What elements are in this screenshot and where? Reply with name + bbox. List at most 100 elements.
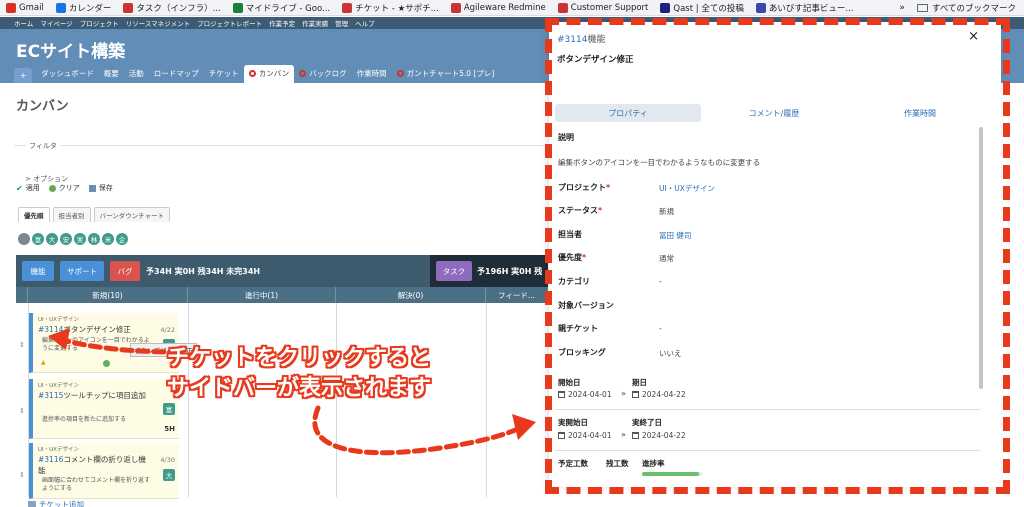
- tracker-summary: 予34H 実0H 残34H 未完34H: [146, 267, 261, 276]
- annotation-line-2: サイドバーが表示されます: [167, 376, 432, 401]
- save-icon: [88, 184, 96, 192]
- card-project: UI・UXデザイン: [38, 447, 79, 453]
- new-item-button[interactable]: +: [14, 68, 33, 83]
- project-title: ECサイト構築: [16, 42, 126, 62]
- card-title[interactable]: #3115ツールチップに項目追加: [38, 390, 146, 401]
- card-description: 画面幅に合わせてコメント欄を折り返すようにする: [42, 477, 151, 492]
- save-button[interactable]: 保存: [88, 183, 113, 193]
- redmine-plugin-icon: [396, 70, 404, 77]
- avatar[interactable]: 林: [88, 233, 100, 245]
- avatar[interactable]: [18, 233, 30, 245]
- avatar[interactable]: 実: [74, 233, 86, 245]
- main-tab[interactable]: 作業時間: [352, 65, 392, 83]
- bookmark-label: カレンダー: [68, 3, 112, 14]
- main-tab[interactable]: ロードマップ: [149, 65, 204, 83]
- bookmark-item[interactable]: あいびす記事ビュー...: [750, 0, 860, 15]
- avatar[interactable]: 富: [32, 233, 44, 245]
- save-label: 保存: [98, 184, 113, 192]
- board-header-spacer: [16, 287, 28, 303]
- redmine-plugin-icon: [299, 70, 307, 77]
- all-bookmarks-folder[interactable]: すべてのブックマーク: [911, 2, 1024, 14]
- tracker-bar: 機能 サポート バグ 予34H 実0H 残34H 未完34H タスク 予196H 実0H …: [16, 255, 548, 287]
- top-menu-item[interactable]: リソースマネジメント: [126, 18, 190, 28]
- bookmark-label: タスク（インフラ）...: [136, 3, 221, 14]
- kanban-card[interactable]: UI・UXデザイン #3115ツールチップに項目追加 進捗率の項目を新たに追加する富…: [29, 379, 179, 439]
- bookmark-item[interactable]: タスク（インフラ）...: [117, 0, 226, 15]
- card-issue-number[interactable]: #3115: [38, 391, 63, 400]
- apply-button[interactable]: ✔ 適用: [16, 183, 40, 193]
- bookmark-label: Agileware Redmine: [463, 2, 546, 13]
- bookmarks-overflow-button[interactable]: »: [893, 3, 911, 13]
- clear-button[interactable]: クリア: [48, 183, 80, 193]
- board-column-divider: [486, 303, 487, 497]
- tracker-filter-button[interactable]: サポート: [60, 261, 104, 281]
- top-menu-item[interactable]: 管理: [335, 18, 348, 28]
- bookmark-label: あいびす記事ビュー...: [768, 3, 854, 14]
- tracker-filter-button[interactable]: 機能: [22, 261, 54, 281]
- clear-label: クリア: [58, 184, 80, 192]
- task-summary: 予196H 実0H 残: [477, 267, 543, 276]
- kanban-sub-tabs: 優先順 担当者別 バーンダウンチャート: [18, 207, 171, 222]
- kanban-content: カンバン フィルタ > オプション ✔ 適用 クリア 保存 優先順 担当者別 バーンダ…: [0, 83, 548, 507]
- card-title[interactable]: #3114ボタンデザイン修正: [38, 324, 146, 335]
- top-menu-item[interactable]: 作業実績: [302, 18, 328, 28]
- avatar[interactable]: 米: [102, 233, 114, 245]
- card-subject: ボタンデザイン修正: [63, 325, 131, 334]
- task-filter-button[interactable]: タスク: [436, 261, 472, 281]
- drag-handle-icon[interactable]: ⇕: [19, 407, 25, 415]
- bookmark-label: Qast | 全ての投稿: [673, 3, 744, 14]
- warning-icon: ▲: [41, 359, 46, 366]
- kanban-card[interactable]: UI・UXデザイン #3116コメント欄の折り返し機能 4/30 画面幅に合わせてコメ…: [29, 443, 179, 499]
- bookmark-item[interactable]: Qast | 全ての投稿: [654, 0, 749, 15]
- filter-fieldset[interactable]: フィルタ: [14, 141, 548, 163]
- card-title[interactable]: #3116コメント欄の折り返し機能: [38, 454, 146, 476]
- bookmark-favicon-icon: [6, 2, 16, 13]
- add-ticket-link[interactable]: チケット追加: [28, 499, 84, 507]
- bookmark-item[interactable]: カレンダー: [50, 0, 118, 15]
- kanban-sub-tab[interactable]: バーンダウンチャート: [93, 207, 171, 222]
- bookmark-favicon-icon: [755, 2, 766, 13]
- card-issue-number[interactable]: #3114: [38, 325, 63, 334]
- main-tab-label: ガントチャート5.0 [プレ]: [406, 69, 495, 78]
- avatar[interactable]: 大: [46, 233, 58, 245]
- avatar[interactable]: 企: [116, 233, 128, 245]
- top-menu-item[interactable]: ホーム: [14, 18, 33, 28]
- main-tab[interactable]: 概要: [99, 65, 124, 83]
- filter-label[interactable]: フィルタ: [26, 141, 60, 151]
- drag-handle-icon[interactable]: ⇕: [19, 341, 25, 349]
- main-tab[interactable]: カンバン: [243, 65, 295, 83]
- tracker-filter-button[interactable]: バグ: [110, 261, 140, 281]
- top-menu-item[interactable]: プロジェクト: [80, 18, 119, 28]
- bookmark-favicon-icon: [123, 2, 134, 13]
- avatar[interactable]: 安: [60, 233, 72, 245]
- main-tab[interactable]: バックログ: [294, 65, 352, 83]
- card-assignee-avatar[interactable]: 大: [163, 469, 175, 481]
- highlight-frame: [545, 18, 1010, 494]
- kanban-sub-tab[interactable]: 担当者別: [52, 207, 91, 222]
- add-ticket-icon: [28, 500, 36, 507]
- bookmark-favicon-icon: [342, 2, 353, 13]
- top-menu-item[interactable]: マイページ: [40, 18, 72, 28]
- assignee-avatars: 富大安実林米企: [18, 233, 128, 245]
- main-tab-label: チケット: [208, 69, 239, 78]
- bookmark-item[interactable]: Gmail: [0, 0, 50, 15]
- main-tab[interactable]: ガントチャート5.0 [プレ]: [392, 65, 500, 83]
- drag-handle-icon[interactable]: ⇕: [19, 471, 25, 479]
- main-tab[interactable]: チケット: [204, 65, 244, 83]
- board-column-header: 新規(10): [28, 287, 188, 303]
- bookmark-item[interactable]: Agileware Redmine: [445, 0, 552, 15]
- main-tab[interactable]: 活動: [124, 65, 149, 83]
- main-tab[interactable]: ダッシュボード: [36, 65, 99, 83]
- card-assignee-avatar[interactable]: 富: [163, 403, 175, 415]
- bookmark-item[interactable]: マイドライブ - Goo...: [227, 0, 336, 15]
- kanban-sub-tab[interactable]: 優先順: [18, 207, 50, 222]
- top-menu-item[interactable]: プロジェクトレポート: [197, 18, 262, 28]
- card-issue-number[interactable]: #3116: [38, 455, 63, 464]
- top-menu-item[interactable]: ヘルプ: [355, 18, 375, 28]
- bookmark-item[interactable]: Customer Support: [552, 0, 655, 15]
- status-ok-icon: [103, 360, 110, 367]
- bookmark-item[interactable]: チケット - ★サポチ...: [336, 0, 445, 15]
- top-menu-item[interactable]: 作業予定: [269, 18, 295, 28]
- board-column-header: 進行中(1): [188, 287, 336, 303]
- bookmark-label: Gmail: [19, 2, 44, 13]
